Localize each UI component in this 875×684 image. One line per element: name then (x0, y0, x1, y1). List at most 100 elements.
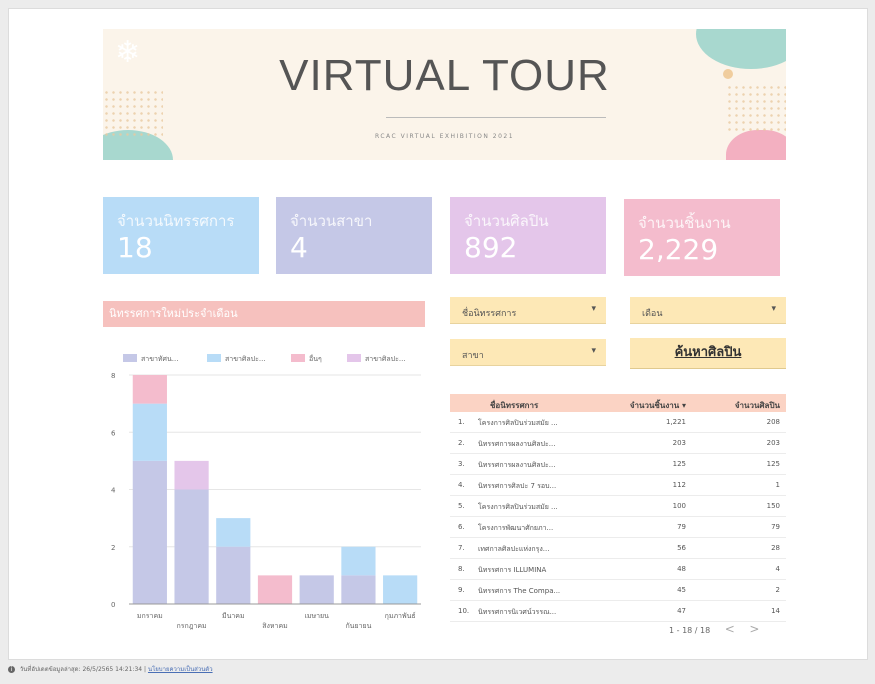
row-index: 5. (458, 502, 465, 510)
kpi-artists: จำนวนศิลปิน 892 (450, 197, 606, 274)
bar-segment (341, 575, 376, 604)
table-row[interactable]: 1. โครงการศิลปินร่วมสมัย ... 1,221 208 (450, 412, 786, 433)
x-tick-label: สิงหาคม (262, 622, 288, 630)
row-index: 6. (458, 523, 465, 531)
row-index: 7. (458, 544, 465, 552)
row-artwork-count: 47 (677, 607, 686, 615)
kpi-branches: จำนวนสาขา 4 (276, 197, 432, 274)
stacked-bar-chart: สาขาทัศน... สาขาศิลปะ... อื่นๆ สาขาศิลปะ...… (111, 354, 421, 630)
filter-month[interactable]: เดือน ▾ (630, 297, 786, 324)
row-exhibition-name: โครงการศิลปินร่วมสมัย ... (478, 419, 558, 427)
row-artwork-count: 203 (672, 439, 686, 447)
bar-segment (132, 375, 167, 404)
table-row[interactable]: 2. นิทรรศการผลงานศิลปะ... 203 203 (450, 433, 786, 454)
privacy-link[interactable]: นโยบายความเป็นส่วนตัว (148, 666, 213, 673)
col-exhibition-name[interactable]: ชื่อนิทรรศการ (490, 399, 608, 412)
col-artwork-count[interactable]: จำนวนชิ้นงาน ▾ (606, 399, 686, 412)
row-artwork-count: 56 (677, 544, 686, 552)
banner-subtitle: RCAC VIRTUAL EXHIBITION 2021 (374, 133, 515, 140)
kpi-value: 892 (464, 231, 518, 264)
row-artist-count: 203 (766, 439, 780, 447)
table-row[interactable]: 4. นิทรรศการศิลปะ 7 รอบ... 112 1 (450, 475, 786, 496)
kpi-label: จำนวนสาขา (290, 212, 373, 230)
kpi-value: 2,229 (638, 233, 719, 266)
x-tick-label: มกราคม (137, 612, 163, 620)
last-updated: วันที่อัปเดตข้อมูลล่าสุด: 26/5/2565 14:2… (19, 666, 143, 673)
row-index: 9. (458, 586, 465, 594)
col-artist-count[interactable]: จำนวนศิลปิน (696, 399, 780, 412)
row-index: 3. (458, 460, 465, 468)
row-artwork-count: 45 (677, 586, 686, 594)
row-artist-count: 125 (766, 460, 780, 468)
separator: | (144, 666, 147, 673)
kpi-label: จำนวนศิลปิน (464, 212, 549, 230)
table-row[interactable]: 8. นิทรรศการ ILLUMINA 48 4 (450, 559, 786, 580)
table-row[interactable]: 9. นิทรรศการ The Compa... 45 2 (450, 580, 786, 601)
legend-swatch (291, 354, 305, 362)
prev-page-button[interactable]: < (725, 622, 735, 636)
table-row[interactable]: 7. เทศกาลศิลปะแห่งกรุง... 56 28 (450, 538, 786, 559)
table-row[interactable]: 10. นิทรรศการนิเวศน์วรรณ... 47 14 (450, 601, 786, 622)
pagination: 1 - 18 / 18 < > (669, 622, 759, 636)
legend-label: สาขาศิลปะ... (365, 355, 406, 363)
next-page-button[interactable]: > (749, 622, 759, 636)
bar-segment (174, 489, 209, 604)
bar-segment (174, 460, 209, 490)
kpi-value: 4 (290, 231, 308, 264)
row-artwork-count: 112 (672, 481, 686, 489)
row-artist-count: 14 (771, 607, 780, 615)
row-artist-count: 150 (766, 502, 780, 510)
info-icon: i (8, 666, 15, 673)
legend-swatch (347, 354, 361, 362)
row-index: 2. (458, 439, 465, 447)
bar-segment (257, 575, 293, 604)
bar-segment (383, 575, 418, 604)
bar-segment (216, 518, 251, 547)
banner: ❄ VIRTUAL TOUR RCAC VIRTUAL EXHIBITION 2… (103, 29, 786, 160)
row-index: 8. (458, 565, 465, 573)
table-row[interactable]: 5. โครงการศิลปินร่วมสมัย ... 100 150 (450, 496, 786, 517)
row-artwork-count: 125 (672, 460, 686, 468)
x-tick-label: เมษายน (304, 612, 329, 620)
row-exhibition-name: นิทรรศการผลงานศิลปะ... (478, 461, 556, 469)
divider (386, 117, 606, 118)
legend-label: สาขาทัศน... (141, 355, 178, 363)
legend-swatch (123, 354, 137, 362)
table-row[interactable]: 3. นิทรรศการผลงานศิลปะ... 125 125 (450, 454, 786, 475)
row-artist-count: 79 (771, 523, 780, 531)
row-artwork-count: 100 (672, 502, 686, 510)
exhibition-table: ชื่อนิทรรศการ จำนวนชิ้นงาน ▾ จำนวนศิลปิน… (450, 394, 786, 622)
row-artwork-count: 1,221 (665, 418, 686, 426)
y-tick-label: 2 (111, 544, 115, 552)
x-tick-label: มีนาคม (222, 612, 245, 620)
table-header: ชื่อนิทรรศการ จำนวนชิ้นงาน ▾ จำนวนศิลปิน (450, 394, 786, 412)
search-artist-button[interactable]: ค้นหาศิลปิน (630, 338, 786, 369)
filter-label: เดือน (642, 309, 663, 319)
row-index: 1. (458, 418, 465, 426)
row-index: 10. (458, 607, 470, 615)
row-artist-count: 4 (775, 565, 780, 573)
table-row[interactable]: 6. โครงการพัฒนาศักยภา... 79 79 (450, 517, 786, 538)
kpi-exhibitions: จำนวนนิทรรศการ 18 (103, 197, 259, 274)
filter-exhibition[interactable]: ชื่อนิทรรศการ ▾ (450, 297, 606, 324)
caret-down-icon: ▾ (771, 304, 776, 314)
row-exhibition-name: นิทรรศการ ILLUMINA (478, 566, 547, 574)
row-exhibition-name: นิทรรศการ The Compa... (478, 587, 561, 595)
filter-branch[interactable]: สาขา ▾ (450, 339, 606, 366)
banner-title: VIRTUAL TOUR (279, 51, 610, 100)
y-tick-label: 8 (111, 372, 115, 380)
x-tick-label: กรกฎาคม (176, 622, 206, 630)
bar-segment (216, 546, 251, 604)
legend-label: อื่นๆ (309, 354, 322, 363)
row-artist-count: 208 (766, 418, 780, 426)
row-artwork-count: 79 (677, 523, 686, 531)
caret-down-icon: ▾ (591, 346, 596, 356)
x-tick-label: กันยายน (345, 622, 371, 630)
filter-label: สาขา (462, 351, 484, 361)
report-canvas: ❄ VIRTUAL TOUR RCAC VIRTUAL EXHIBITION 2… (8, 8, 868, 660)
footer: i วันที่อัปเดตข้อมูลล่าสุด: 26/5/2565 14… (8, 664, 213, 674)
page-range: 1 - 18 / 18 (669, 626, 711, 635)
row-artist-count: 1 (775, 481, 780, 489)
caret-down-icon: ▾ (591, 304, 596, 314)
x-tick-label: กุมภาพันธ์ (385, 612, 416, 620)
